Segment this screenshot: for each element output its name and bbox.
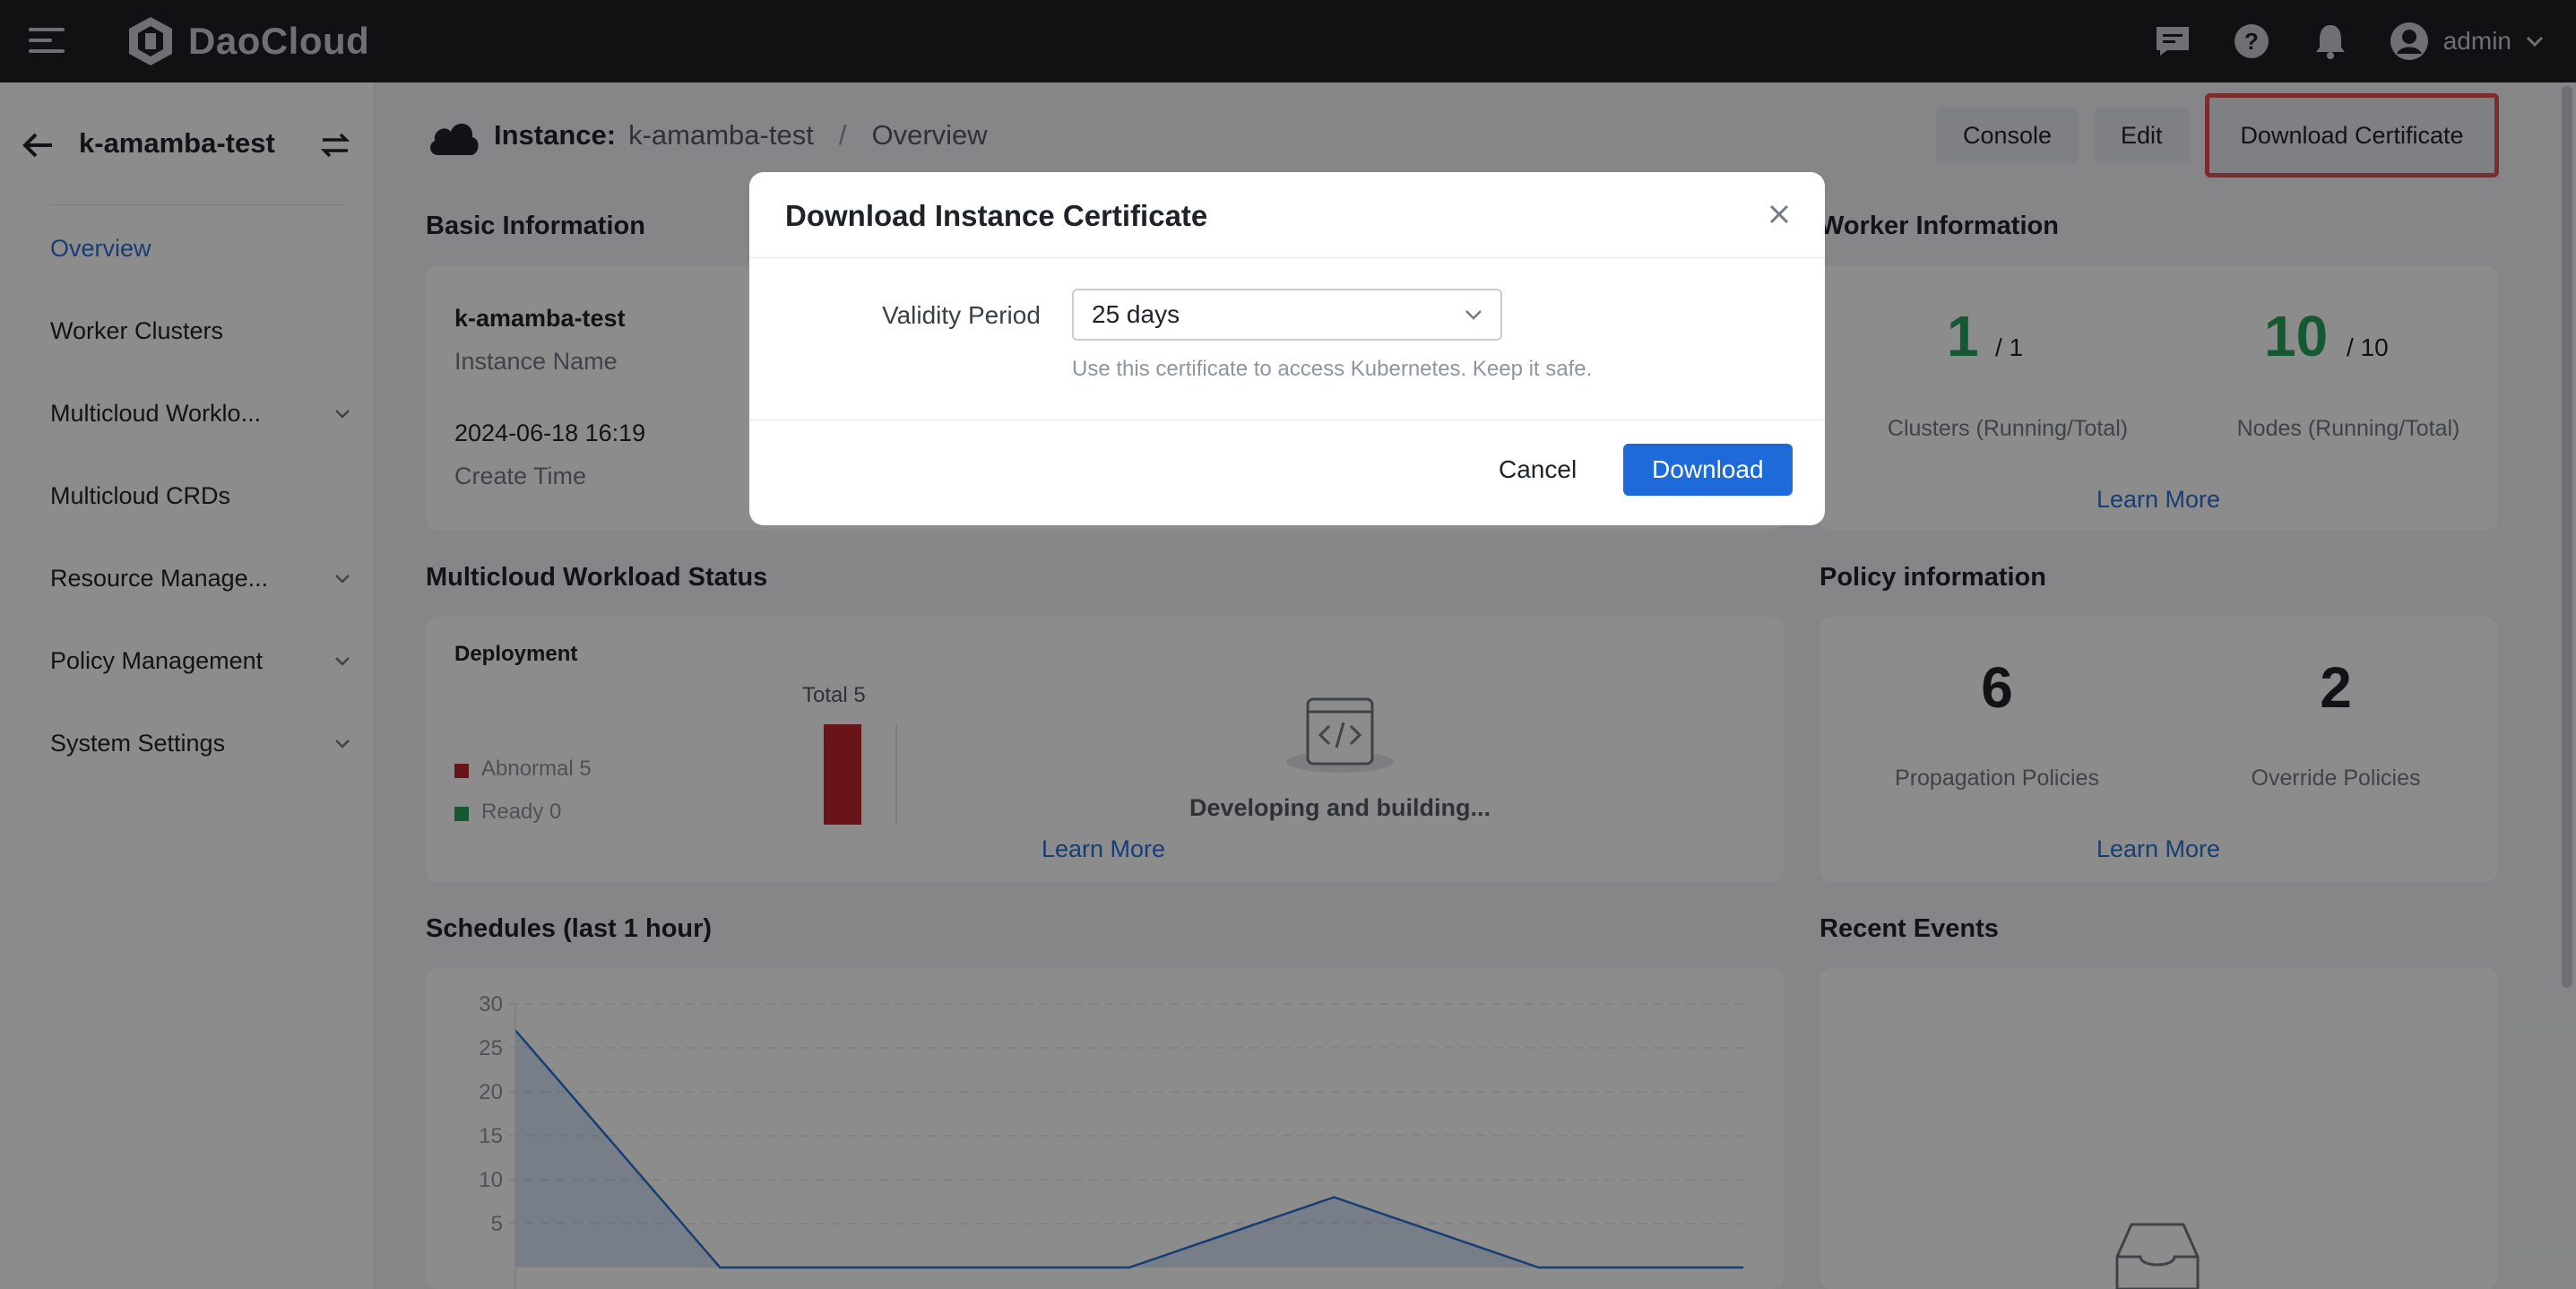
download-certificate-dialog: Download Instance Certificate Validity P… (749, 172, 1825, 525)
close-icon[interactable] (1766, 201, 1793, 228)
validity-period-select[interactable]: 25 days (1072, 289, 1502, 341)
download-button[interactable]: Download (1623, 444, 1793, 496)
dialog-title: Download Instance Certificate (785, 199, 1208, 232)
validity-period-label: Validity Period (882, 301, 1041, 329)
chevron-down-icon (1465, 310, 1482, 320)
cancel-button[interactable]: Cancel (1477, 444, 1598, 496)
select-value: 25 days (1092, 300, 1180, 328)
validity-hint: Use this certificate to access Kubernete… (1072, 357, 1593, 381)
